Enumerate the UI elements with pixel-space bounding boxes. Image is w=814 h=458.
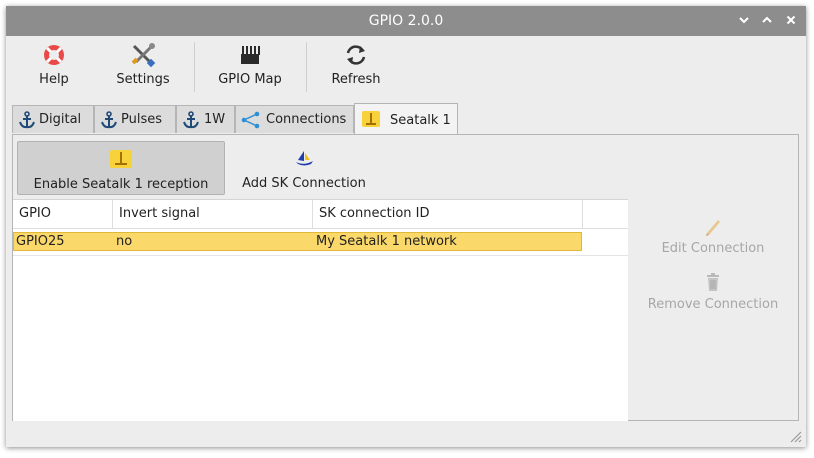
add-sk-connection-label: Add SK Connection <box>242 176 366 191</box>
tab-connections-label: Connections <box>266 112 347 127</box>
column-header-sk-connection-id[interactable]: SK connection ID <box>313 200 583 228</box>
tab-seatalk-1-label: Seatalk 1 <box>390 113 451 128</box>
tab-digital[interactable]: Digital <box>12 105 94 133</box>
maximize-button[interactable] <box>759 13 775 29</box>
app-window: GPIO 2.0.0 Help Settings GPIO Map Refres… <box>6 6 806 447</box>
cell-sk-connection-id: My Seatalk 1 network <box>316 234 457 249</box>
minimize-button[interactable] <box>736 13 752 29</box>
signalk-icon <box>296 151 313 166</box>
seatalk-icon <box>362 111 380 127</box>
cell-gpio: GPIO25 <box>16 234 65 249</box>
tab-panel-seatalk: Enable Seatalk 1 reception Add SK Connec… <box>12 134 799 421</box>
title-bar[interactable]: GPIO 2.0.0 <box>6 6 806 36</box>
chevron-down-icon <box>739 17 749 24</box>
tab-seatalk-1[interactable]: Seatalk 1 <box>354 103 458 136</box>
pencil-icon <box>706 220 720 236</box>
toolbar-separator <box>194 42 195 92</box>
table-header: GPIO Invert signal SK connection ID <box>13 200 628 229</box>
tab-pulses[interactable]: Pulses <box>94 105 176 133</box>
close-icon <box>786 15 796 25</box>
toolbar: Help Settings GPIO Map Refresh <box>6 36 806 100</box>
remove-connection-button[interactable]: Remove Connection <box>646 271 780 312</box>
gpio-map-label: GPIO Map <box>218 72 282 87</box>
refresh-label: Refresh <box>331 72 381 87</box>
edit-connection-button[interactable]: Edit Connection <box>653 215 773 256</box>
refresh-button[interactable]: Refresh <box>328 42 384 96</box>
anchor-icon <box>19 111 35 129</box>
help-label: Help <box>39 72 69 87</box>
tab-connections[interactable]: Connections <box>235 105 354 133</box>
settings-label: Settings <box>116 72 170 87</box>
enable-seatalk-label: Enable Seatalk 1 reception <box>33 177 209 192</box>
anchor-icon <box>183 111 199 129</box>
connections-table: GPIO Invert signal SK connection ID GPIO… <box>13 199 628 421</box>
remove-connection-label: Remove Connection <box>647 297 779 312</box>
share-icon <box>241 111 260 129</box>
enable-seatalk-button[interactable]: Enable Seatalk 1 reception <box>17 141 225 195</box>
tab-1w-label: 1W <box>204 112 226 127</box>
chevron-up-icon <box>762 16 772 23</box>
gpio-map-button[interactable]: GPIO Map <box>212 42 288 96</box>
edit-connection-label: Edit Connection <box>661 241 765 256</box>
row-divider <box>13 255 628 256</box>
column-header-gpio[interactable]: GPIO <box>13 200 113 228</box>
seatalk-icon <box>110 150 132 168</box>
wrench-screwdriver-icon <box>131 43 156 68</box>
trash-icon <box>707 273 719 291</box>
gpio-chip-icon <box>241 46 260 64</box>
refresh-icon <box>346 45 366 65</box>
tab-1w[interactable]: 1W <box>176 105 235 133</box>
table-row[interactable]: GPIO25 no My Seatalk 1 network <box>13 232 582 251</box>
toolbar-separator <box>306 42 307 92</box>
cell-invert-signal: no <box>116 234 133 249</box>
lifebuoy-icon <box>44 45 64 65</box>
tab-pulses-label: Pulses <box>121 112 163 127</box>
help-button[interactable]: Help <box>32 42 76 96</box>
window-title: GPIO 2.0.0 <box>368 13 444 29</box>
settings-button[interactable]: Settings <box>110 42 176 96</box>
close-button[interactable] <box>783 13 799 29</box>
tab-digital-label: Digital <box>39 112 82 127</box>
anchor-icon <box>101 111 117 129</box>
column-header-invert-signal[interactable]: Invert signal <box>113 200 313 228</box>
add-sk-connection-button[interactable]: Add SK Connection <box>237 141 371 195</box>
resize-grip-icon[interactable] <box>788 429 802 443</box>
